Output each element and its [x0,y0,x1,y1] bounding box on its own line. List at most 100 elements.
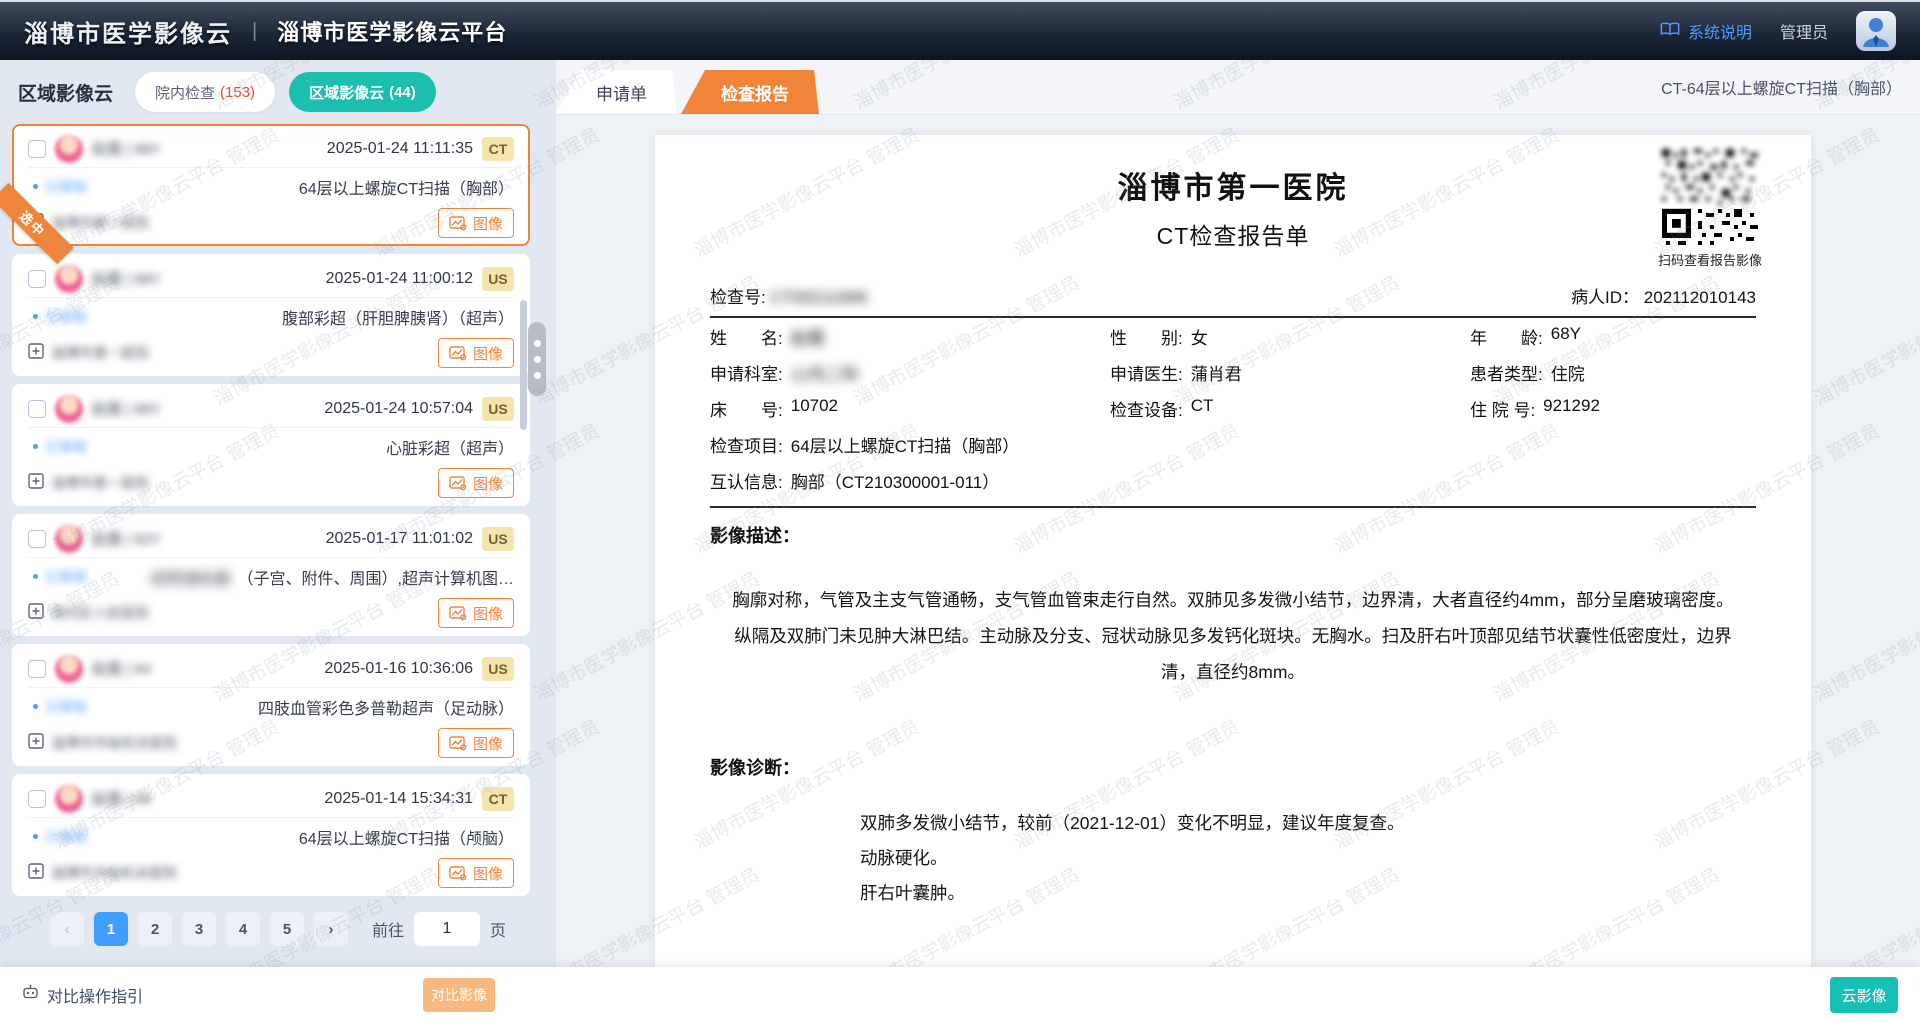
field-value: 心内二科 [791,360,859,385]
card-row-top: 赵霞 | 68Y 2025-01-24 11:00:12 US [28,260,514,298]
expand-plus-icon[interactable] [28,603,44,624]
view-image-label: 图像 [473,603,503,624]
view-image-button[interactable]: 图像 [438,208,514,238]
compare-images-button[interactable]: 对比影像 [423,978,495,1012]
hospital-name: 淄博市第一医院 [51,343,149,363]
compare-guide-link[interactable]: 对比操作指引 [22,983,143,1007]
exam-name: 64层以上螺旋CT扫描（胸部） [299,175,514,199]
expand-plus-icon[interactable] [28,473,44,494]
expand-plus-icon[interactable] [28,733,44,754]
expand-plus-icon[interactable] [28,343,44,364]
report-document-area: 扫码查看报告影像 淄博市第一医院 CT检查报告单 检查号: CT00211906… [556,115,1920,1023]
page-next-button[interactable]: › [314,912,348,946]
patient-name: 赵霞 | 68Y [92,268,161,289]
image-icon [449,346,467,361]
view-image-button[interactable]: 图像 [438,338,514,368]
qr-block: 扫码查看报告影像 [1655,149,1765,269]
exam-no-value: CT00211906 [770,288,867,307]
tab-request-form[interactable]: 申请单 [556,70,677,114]
tab-hospital-exams[interactable]: 院内检查 (153) [135,72,275,112]
card-row-top: 赵霞 | 64 2025-01-16 10:36:06 US [28,650,514,688]
system-help-link[interactable]: 系统说明 [1660,19,1752,43]
study-datetime: 2025-01-17 11:01:02 [326,530,473,548]
card-checkbox[interactable] [28,790,46,808]
card-row-middle: 已审核 四肢血管彩色多普勒超声（足动脉） [28,688,514,725]
bottom-action-bar: 对比操作指引 对比影像 云影像 [0,967,1920,1023]
modality-badge: CT [482,787,514,811]
status-label: 已审核 [45,307,87,327]
cloud-image-button[interactable]: 云影像 [1830,977,1898,1013]
panel-splitter-handle[interactable] [528,322,546,396]
goto-page-input[interactable] [414,912,480,946]
tab-regional-cloud[interactable]: 区域影像云 (44) [289,72,436,112]
patient-avatar [55,785,83,813]
exam-no-label: 检查号: [710,283,766,308]
tab-exam-report[interactable]: 检查报告 [681,70,819,114]
expand-plus-icon[interactable] [28,863,44,884]
hospital-name: 淄博市第一医院 [51,213,149,233]
field-label: 年 龄: [1470,324,1543,349]
status-dot [33,704,38,709]
page-button-2[interactable]: 2 [138,912,172,946]
study-datetime: 2025-01-24 10:57:04 [324,400,473,418]
sidebar-title: 区域影像云 [18,79,113,106]
patient-id-label: 病人ID： [1571,283,1639,308]
status-label: 已审核 [45,827,87,847]
card-checkbox[interactable] [28,270,46,288]
patient-id-value: 202112010143 [1644,288,1756,307]
study-card[interactable]: 赵霞 | 68Y 2025-01-24 10:57:04 US 已审核 心脏彩超… [12,384,530,506]
sidebar-scrollbar-thumb[interactable] [520,300,527,430]
view-image-label: 图像 [473,733,503,754]
page-button-4[interactable]: 4 [226,912,260,946]
field-value: 68Y [1551,324,1581,349]
card-checkbox[interactable] [28,530,46,548]
card-checkbox[interactable] [28,140,46,158]
compare-guide-label: 对比操作指引 [47,983,143,1007]
field-label: 住 院 号: [1470,396,1535,421]
study-card[interactable]: 赵霞 | 62Y 2025-01-17 11:01:02 US 已审核 经阴道彩… [12,514,530,636]
study-datetime: 2025-01-24 11:11:35 [327,140,473,158]
patient-name: 赵霞 | 62Y [92,528,161,549]
field-label: 检查项目: [710,432,783,457]
view-image-button[interactable]: 图像 [438,728,514,758]
guide-icon [22,984,39,1006]
card-row-bottom: 淄博市市级机关医院 图像 [28,725,514,761]
tab-regional-cloud-count: (44) [389,84,416,101]
study-datetime: 2025-01-16 10:36:06 [324,660,473,678]
study-card[interactable]: 赵霞 | 64 2025-01-14 15:34:31 CT 已审核 64层以上… [12,774,530,896]
exam-name: （子宫、附件、周围）,超声计算机图… [238,565,514,589]
hospital-name: 淄博市第一医院 [51,473,149,493]
report-meta-row: 检查号: CT00211906 病人ID： 202112010143 [710,283,1756,308]
card-checkbox[interactable] [28,400,46,418]
report-doc-title: CT检查报告单 [710,217,1756,251]
view-image-button[interactable]: 图像 [438,858,514,888]
study-card[interactable]: 选中 赵霞 | 68Y 2025-01-24 11:11:35 CT 已审核 6… [12,124,530,246]
patient-avatar [55,655,83,683]
platform-title: 淄博市医学影像云平台 [277,15,507,47]
diag-line: 肝右叶囊肿。 [860,876,1756,911]
field-value: 赵霞 [791,324,825,349]
study-card[interactable]: 赵霞 | 64 2025-01-16 10:36:06 US 已审核 四肢血管彩… [12,644,530,766]
user-avatar[interactable] [1856,11,1896,51]
divider [710,506,1756,508]
card-row-middle: 已审核 腹部彩超（肝胆脾胰肾）（超声） [28,298,514,335]
page-button-1[interactable]: 1 [94,912,128,946]
study-card[interactable]: 赵霞 | 68Y 2025-01-24 11:00:12 US 已审核 腹部彩超… [12,254,530,376]
status-dot [33,834,38,839]
modality-badge: CT [482,137,514,161]
username-label: 管理员 [1780,19,1828,43]
patient-avatar [55,525,83,553]
info-row: 床 号:10702 检查设备:CT 住 院 号:921292 [710,390,1756,426]
info-row: 姓 名:赵霞 性 别:女 年 龄:68Y [710,318,1756,354]
page-button-5[interactable]: 5 [270,912,304,946]
hospital-name: 淄博市市级机关医院 [51,733,177,753]
view-image-button[interactable]: 图像 [438,598,514,628]
report-main-area: 申请单 检查报告 CT-64层以上螺旋CT扫描（胸部） [556,60,1920,1023]
page-prev-button[interactable]: ‹ [50,912,84,946]
view-image-button[interactable]: 图像 [438,468,514,498]
header-right-group: 系统说明 管理员 [1660,11,1896,51]
image-icon [449,866,467,881]
page-button-3[interactable]: 3 [182,912,216,946]
app-logo-text: 淄博市医学影像云 [24,14,232,49]
card-checkbox[interactable] [28,660,46,678]
